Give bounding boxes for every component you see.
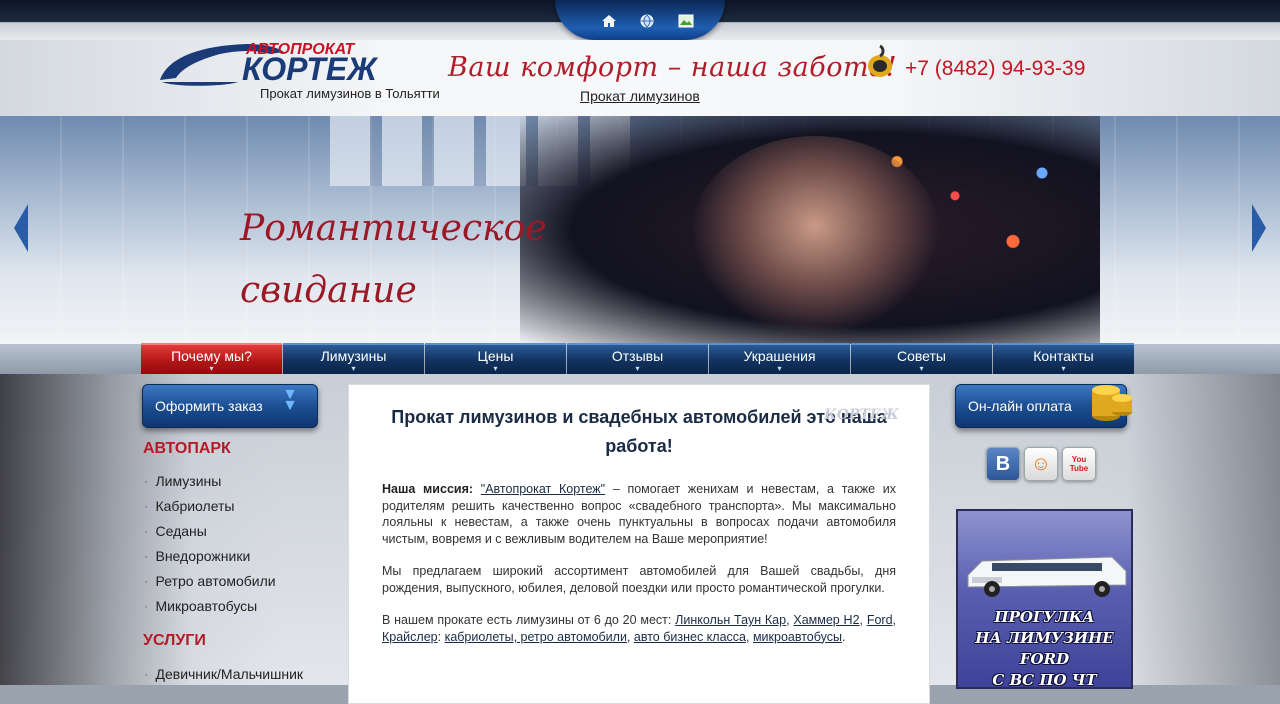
logo-subtitle: Прокат лимузинов в Тольятти: [260, 86, 440, 101]
services-list: Девичник/Мальчишник: [145, 664, 303, 689]
hero-banner: Романтическое свидание: [0, 116, 1280, 344]
main-content: КОРТЕЖ Прокат лимузинов и свадебных авто…: [348, 384, 930, 704]
promo-text: ПРОГУЛКА НА ЛИМУЗИНЕ FORD С ВС ПО ЧТ: [958, 607, 1131, 689]
page-title: Прокат лимузинов и свадебных автомобилей…: [391, 407, 887, 456]
link-ford[interactable]: Ford: [867, 613, 893, 627]
odnoklassniki-icon[interactable]: ☺: [1024, 447, 1058, 481]
company-link[interactable]: "Автопрокат Кортеж": [481, 482, 605, 496]
link-convertibles-retro[interactable]: кабриолеты, ретро автомобили: [445, 630, 627, 644]
logo-main-text: КОРТЕЖ: [242, 51, 379, 87]
globe-icon[interactable]: [638, 12, 656, 30]
fleet-item-minibuses[interactable]: Микроавтобусы: [145, 596, 276, 621]
chevron-down-icon: ▾: [777, 364, 782, 373]
nav-label: Советы: [897, 348, 946, 364]
order-button-label: Оформить заказ: [155, 398, 263, 414]
banner-caption: Романтическое свидание: [240, 198, 547, 322]
chevron-down-icon: ▾: [919, 364, 924, 373]
mission-paragraph: Наша миссия: "Автопрокат Кортеж" – помог…: [382, 481, 896, 547]
nav-label: Контакты: [1033, 348, 1094, 364]
coins-icon: [1084, 376, 1134, 424]
offer-paragraph: Мы предлагаем широкий ассортимент автомо…: [382, 564, 896, 595]
fleet-intro: В нашем прокате есть лимузины от 6 до 20…: [382, 613, 676, 627]
nav-item-reviews[interactable]: Отзывы ▾: [567, 343, 708, 375]
nav-label: Отзывы: [611, 348, 664, 364]
nav-item-why-us[interactable]: Почему мы? ▾: [141, 343, 282, 375]
youtube-icon-label: You Tube: [1069, 455, 1089, 473]
fleet-item-suvs[interactable]: Внедорожники: [145, 546, 276, 571]
chevron-down-icon: ▾: [635, 364, 640, 373]
link-business-cars[interactable]: авто бизнес класса: [634, 630, 746, 644]
fleet-item-sedans[interactable]: Седаны: [145, 521, 276, 546]
promo-line: С ВС ПО ЧТ: [992, 671, 1097, 689]
separator: ,: [626, 629, 634, 644]
promo-line: НА ЛИМУЗИНЕ: [975, 629, 1114, 647]
fleet-heading: АВТОПАРК: [143, 440, 231, 457]
separator: ,: [892, 613, 896, 627]
promo-line: ПРОГУЛКА: [994, 608, 1095, 626]
nav-item-decorations[interactable]: Украшения ▾: [709, 343, 850, 375]
separator: ,: [746, 629, 753, 644]
banner-caption-line1: Романтическое: [240, 208, 547, 249]
nav-label: Лимузины: [320, 348, 387, 364]
link-chrysler[interactable]: Крайслер: [382, 630, 438, 644]
link-lincoln[interactable]: Линкольн Таун Кар: [675, 613, 786, 627]
nav-item-prices[interactable]: Цены ▾: [425, 343, 566, 375]
chevron-down-icon: ▾: [351, 364, 356, 373]
nav-item-contacts[interactable]: Контакты ▾: [993, 343, 1134, 375]
youtube-icon[interactable]: You Tube: [1062, 447, 1096, 481]
limousine-image: [967, 556, 1127, 597]
fleet-paragraph: В нашем прокате есть лимузины от 6 до 20…: [382, 612, 896, 645]
nav-item-tips[interactable]: Советы ▾: [851, 343, 992, 375]
separator: :: [437, 629, 445, 644]
home-icon[interactable]: [600, 12, 618, 30]
service-item-party[interactable]: Девичник/Мальчишник: [145, 664, 303, 689]
fleet-item-retro[interactable]: Ретро автомобили: [145, 571, 275, 596]
link-minibuses[interactable]: микроавтобусы: [753, 630, 842, 644]
nav-item-limousines[interactable]: Лимузины ▾: [283, 343, 424, 375]
payment-button-label: Он-лайн оплата: [968, 398, 1072, 414]
fleet-item-limousines[interactable]: Лимузины: [145, 471, 276, 496]
promo-banner[interactable]: ПРОГУЛКА НА ЛИМУЗИНЕ FORD С ВС ПО ЧТ: [956, 509, 1133, 689]
slider-next-icon[interactable]: [1252, 204, 1266, 252]
nav-label: Украшения: [743, 348, 816, 364]
link-hummer[interactable]: Хаммер Н2: [793, 613, 859, 627]
chevron-down-icon: ▾: [209, 364, 214, 373]
logo[interactable]: АВТОПРОКАТ КОРТЕЖ: [158, 36, 418, 90]
chevron-down-icon: ▾: [1061, 364, 1066, 373]
ok-icon-label: ☺: [1030, 452, 1052, 475]
vk-icon[interactable]: B: [986, 447, 1020, 481]
limousine-rental-link[interactable]: Прокат лимузинов: [580, 88, 700, 104]
nav-label: Почему мы?: [171, 348, 252, 364]
services-heading: УСЛУГИ: [143, 632, 206, 649]
slider-prev-icon[interactable]: [14, 204, 28, 252]
nav-label: Цены: [477, 348, 514, 364]
separator: ,: [859, 613, 867, 627]
banner-couple-image: [690, 136, 940, 336]
promo-line: FORD: [1019, 650, 1070, 668]
fleet-item-convertibles[interactable]: Кабриолеты: [145, 496, 276, 521]
mission-label: Наша миссия:: [382, 482, 474, 496]
double-chevron-down-icon: ▼ ▼: [282, 386, 298, 414]
chevron-down-icon: ▾: [493, 364, 498, 373]
end-punct: .: [842, 629, 846, 644]
fleet-list: Лимузины Кабриолеты Седаны Внедорожники …: [145, 471, 276, 621]
banner-caption-line2: свидание: [240, 270, 417, 311]
phone-number[interactable]: +7 (8482) 94-93-39: [905, 57, 1085, 81]
vk-icon-label: B: [995, 452, 1011, 475]
phone-icon: [866, 44, 894, 78]
main-nav: Почему мы? ▾ Лимузины ▾ Цены ▾ Отзывы ▾ Укра…: [141, 343, 1135, 375]
sitemap-icon[interactable]: [677, 12, 695, 30]
content-watermark: КОРТЕЖ: [824, 407, 899, 423]
slogan: Ваш комфорт – наша забота!: [448, 52, 898, 83]
